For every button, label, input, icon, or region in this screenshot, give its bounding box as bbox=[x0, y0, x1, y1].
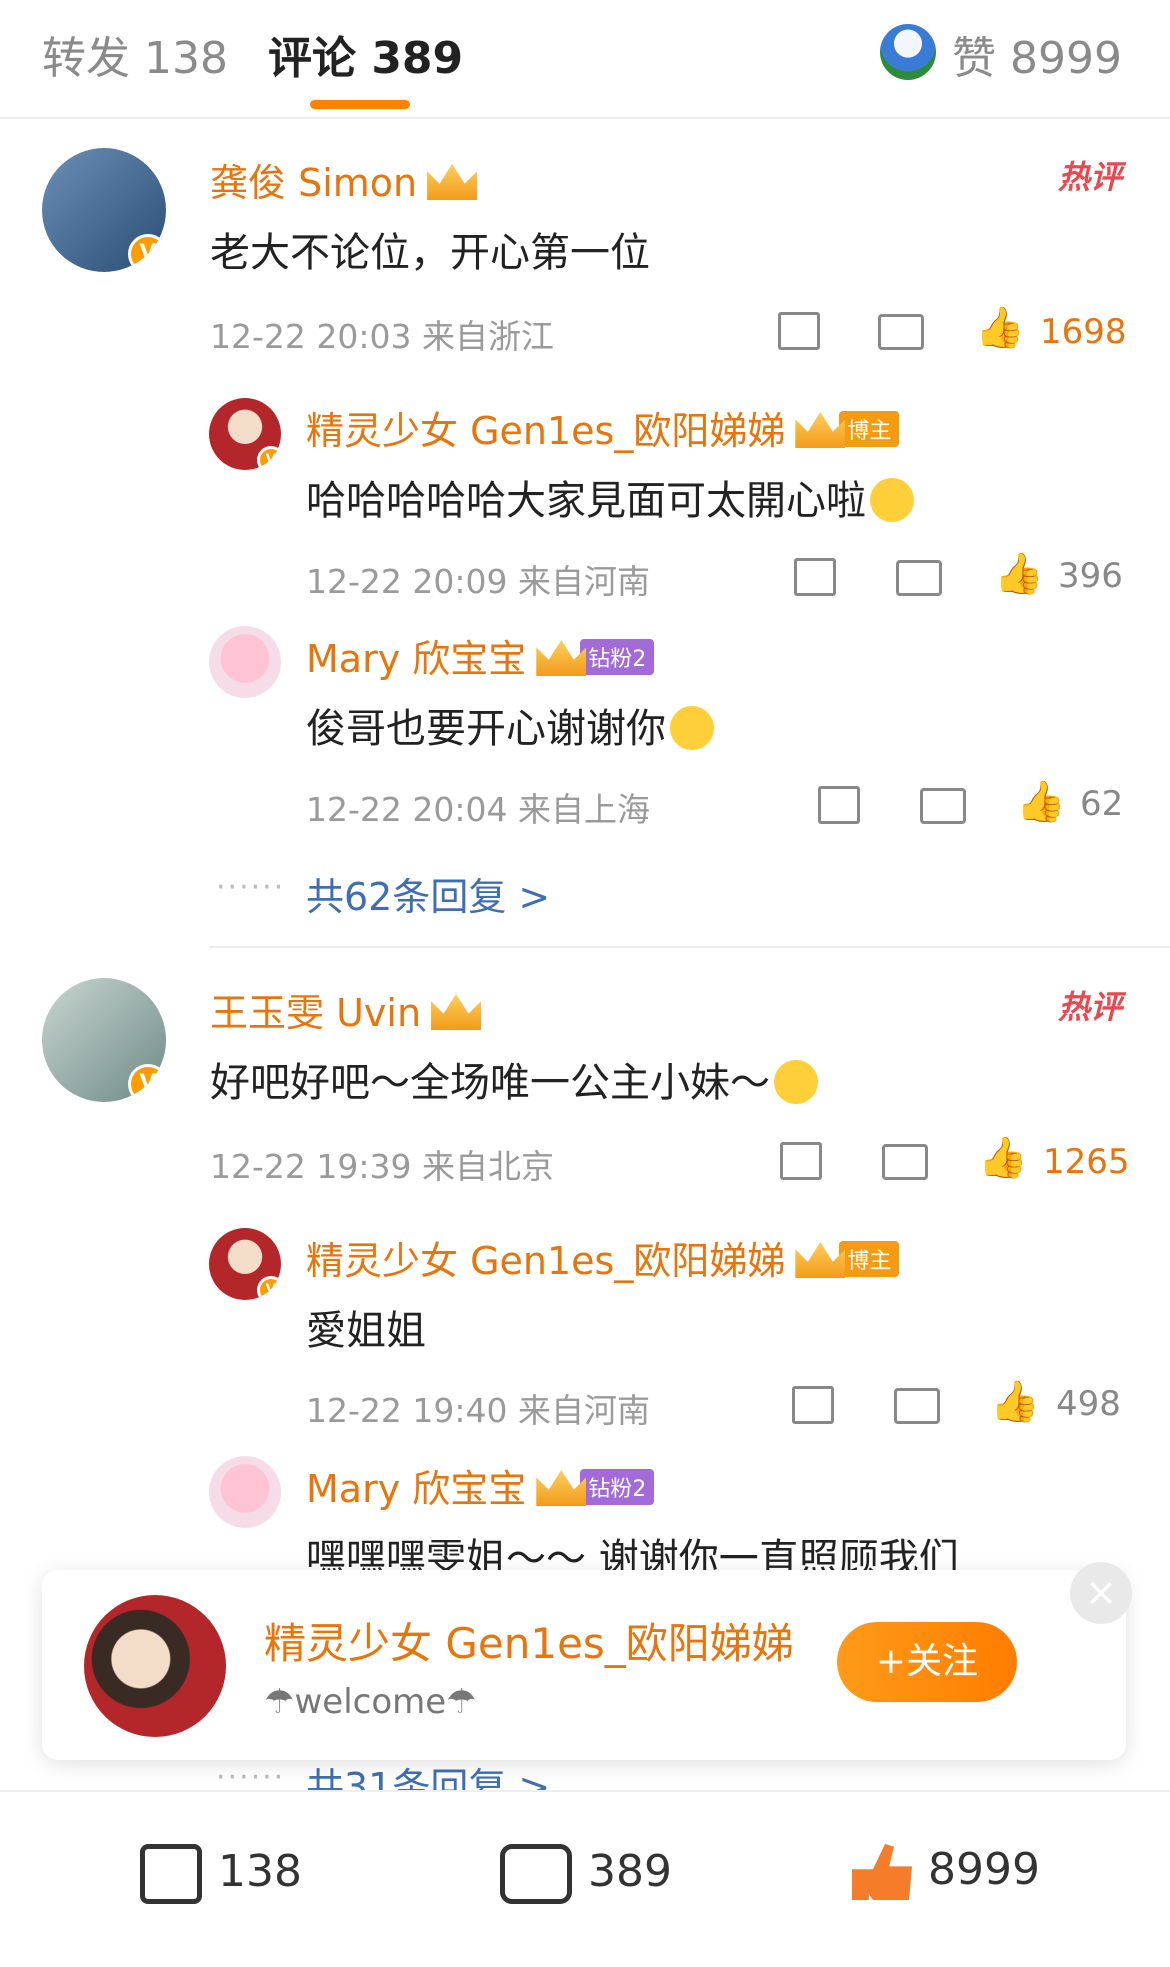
popup-user-name[interactable]: 精灵少女 Gen1es_欧阳娣娣 bbox=[264, 1610, 794, 1671]
avatar[interactable]: V bbox=[42, 148, 166, 272]
comment-count: 389 bbox=[588, 1846, 672, 1897]
like-count: 62 bbox=[1080, 784, 1124, 824]
follow-button[interactable]: +关注 bbox=[837, 1622, 1017, 1702]
comment-meta: 12-22 20:03 来自浙江 bbox=[210, 317, 554, 356]
comment-icon[interactable] bbox=[878, 314, 924, 350]
reply-meta: 12-22 19:40 来自河南 bbox=[306, 1391, 650, 1430]
comment-icon[interactable] bbox=[894, 1388, 940, 1424]
crown-icon bbox=[795, 412, 846, 448]
hot-comment-badge: 热评 bbox=[1057, 158, 1122, 196]
avatar[interactable]: V bbox=[209, 1228, 281, 1300]
comment-icon[interactable] bbox=[882, 1144, 928, 1180]
repost-count: 138 bbox=[218, 1846, 302, 1897]
share-icon[interactable] bbox=[778, 312, 820, 350]
author-tag: 钻粉2 bbox=[580, 1469, 655, 1505]
tab-repost[interactable]: 转发 138 bbox=[42, 22, 228, 86]
verified-icon: V bbox=[257, 446, 281, 470]
like-count: 498 bbox=[1056, 1384, 1121, 1424]
reply-author[interactable]: Mary 欣宝宝 钻粉2 bbox=[306, 628, 655, 683]
repost-button[interactable]: 138 bbox=[140, 1844, 302, 1904]
avatar[interactable] bbox=[209, 1456, 281, 1528]
tab-likes[interactable]: 赞 8999 bbox=[952, 22, 1122, 86]
like-count: 1698 bbox=[1040, 312, 1127, 352]
popup-subtitle: ☂welcome☂ bbox=[264, 1682, 477, 1722]
verified-icon: V bbox=[128, 234, 166, 272]
share-icon[interactable] bbox=[794, 558, 836, 596]
reply-text: 哈哈哈哈哈大家見面可太開心啦 bbox=[306, 468, 914, 526]
reply-meta: 12-22 20:04 来自上海 bbox=[306, 790, 650, 829]
avatar[interactable]: V bbox=[42, 978, 166, 1102]
reply-author[interactable]: 精灵少女 Gen1es_欧阳娣娣 博主 bbox=[306, 1230, 900, 1285]
thumb-up-icon[interactable]: 👍 bbox=[978, 1134, 1028, 1181]
like-count: 8999 bbox=[928, 1844, 1040, 1895]
avatar[interactable]: V bbox=[209, 398, 281, 470]
comment-tab-bar: 转发 138 评论 389 赞 8999 bbox=[0, 0, 1170, 119]
share-icon[interactable] bbox=[792, 1386, 834, 1424]
smile-emoji-icon bbox=[670, 706, 714, 750]
reply-text: 愛姐姐 bbox=[306, 1308, 426, 1354]
reply-meta: 12-22 20:09 来自河南 bbox=[306, 562, 650, 601]
crown-icon bbox=[795, 1242, 846, 1278]
thumb-up-icon[interactable]: 👍 bbox=[994, 550, 1044, 597]
active-tab-indicator bbox=[310, 100, 410, 109]
comment-text: 好吧好吧～全场唯一公主小妹～ bbox=[210, 1050, 818, 1108]
dots-separator: ······ bbox=[216, 870, 286, 905]
follow-popup: 精灵少女 Gen1es_欧阳娣娣 ☂welcome☂ +关注 × bbox=[42, 1562, 1132, 1760]
share-icon bbox=[140, 1844, 202, 1904]
thumb-up-icon bbox=[852, 1844, 912, 1900]
comment-icon bbox=[500, 1844, 572, 1904]
crown-icon bbox=[431, 994, 482, 1030]
author-tag: 博主 bbox=[839, 1241, 900, 1277]
reply-text: 俊哥也要开心谢谢你 bbox=[306, 696, 714, 754]
thinking-emoji-icon bbox=[870, 478, 914, 522]
comment-author[interactable]: 王玉雯 Uvin bbox=[210, 982, 482, 1037]
like-count: 1265 bbox=[1043, 1142, 1130, 1182]
thumb-up-icon[interactable]: 👍 bbox=[975, 304, 1025, 351]
author-tag: 博主 bbox=[839, 411, 900, 447]
comment-icon[interactable] bbox=[920, 788, 966, 824]
crown-icon bbox=[427, 164, 478, 200]
share-icon[interactable] bbox=[818, 786, 860, 824]
comment-text: 老大不论位，开心第一位 bbox=[210, 230, 650, 276]
comment-icon[interactable] bbox=[896, 560, 942, 596]
bottom-action-bar: 138 389 8999 bbox=[0, 1790, 1170, 1967]
comment-button[interactable]: 389 bbox=[500, 1844, 672, 1904]
verified-icon: V bbox=[257, 1276, 281, 1300]
reply-author[interactable]: 精灵少女 Gen1es_欧阳娣娣 博主 bbox=[306, 400, 900, 455]
hot-comment-badge: 热评 bbox=[1057, 988, 1122, 1026]
tab-comment[interactable]: 评论 389 bbox=[268, 22, 463, 86]
comment-author[interactable]: 龚俊 Simon bbox=[210, 152, 478, 207]
heart-eyes-emoji-icon bbox=[774, 1060, 818, 1104]
divider bbox=[209, 946, 1170, 948]
avatar[interactable] bbox=[209, 626, 281, 698]
verified-icon: V bbox=[128, 1064, 166, 1102]
reply-author[interactable]: Mary 欣宝宝 钻粉2 bbox=[306, 1458, 655, 1513]
thumb-up-icon[interactable]: 👍 bbox=[990, 1378, 1040, 1425]
popup-avatar[interactable] bbox=[84, 1595, 226, 1737]
liker-avatar-icon bbox=[880, 24, 936, 80]
comment-meta: 12-22 19:39 来自北京 bbox=[210, 1147, 554, 1186]
close-icon[interactable]: × bbox=[1070, 1562, 1132, 1624]
like-count: 396 bbox=[1058, 556, 1123, 596]
like-button[interactable]: 8999 bbox=[852, 1844, 1040, 1900]
thumb-up-icon[interactable]: 👍 bbox=[1016, 778, 1066, 825]
more-replies-link[interactable]: 共62条回复 > bbox=[306, 866, 550, 921]
crown-icon bbox=[536, 1470, 587, 1506]
share-icon[interactable] bbox=[780, 1142, 822, 1180]
crown-icon bbox=[536, 640, 587, 676]
author-tag: 钻粉2 bbox=[580, 639, 655, 675]
